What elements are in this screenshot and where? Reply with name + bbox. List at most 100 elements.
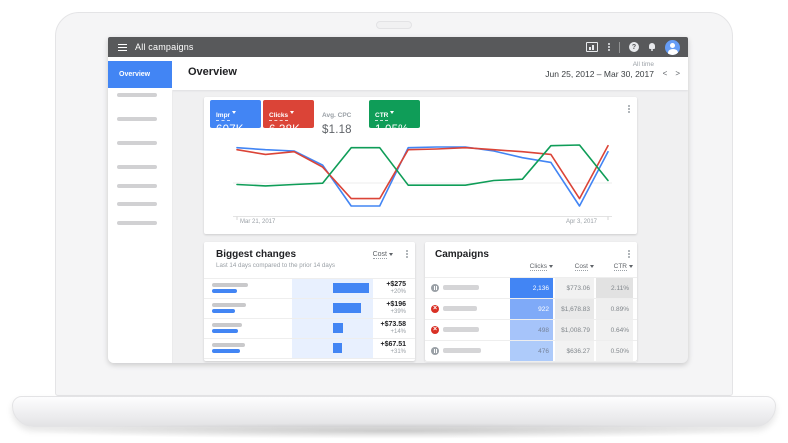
row-placeholder-bar-blue — [212, 309, 235, 313]
change-values: +$73.58+14% — [381, 321, 407, 335]
metric-chip-value: $1.18 — [322, 124, 367, 136]
biggest-changes-rows: +$275+20% +$196+39% +$73.58+14% +$67.51+31% — [204, 278, 415, 359]
metric-chip-label: Clicks — [269, 112, 288, 121]
column-header-label: CTR — [614, 263, 627, 271]
metric-chips: Impr607KClicks6.38KAvg. CPC$1.18CTR1.05% — [210, 100, 420, 128]
menu-icon[interactable] — [118, 44, 127, 51]
date-range-picker[interactable]: All time Jun 25, 2012 – Mar 30, 2017 — [545, 61, 654, 79]
change-values: +$196+39% — [386, 301, 406, 315]
metric-chip-impr[interactable]: Impr607K — [210, 100, 261, 128]
date-next-button[interactable]: > — [675, 69, 680, 78]
change-amount: +$275 — [386, 281, 406, 288]
help-icon[interactable]: ? — [629, 42, 639, 52]
cell-cost: $773.06 — [555, 278, 594, 298]
chart-card-menu-icon[interactable] — [627, 105, 630, 113]
biggest-changes-metric-select[interactable]: Cost — [373, 251, 393, 258]
row-placeholder-bar — [212, 323, 242, 327]
change-bar — [333, 323, 343, 333]
row-placeholder-bar-blue — [212, 289, 237, 293]
change-percent: +31% — [381, 349, 407, 355]
sidebar-item-placeholder[interactable] — [117, 117, 157, 121]
cell-ctr: 2.11% — [596, 278, 633, 298]
campaign-name-placeholder — [443, 306, 477, 311]
overflow-menu-icon[interactable] — [607, 43, 610, 51]
campaign-row[interactable]: 922$1,678.830.89% — [425, 298, 637, 319]
change-amount: +$73.58 — [381, 321, 407, 328]
notifications-bell-icon[interactable] — [648, 43, 656, 51]
metric-chip-clicks[interactable]: Clicks6.38K — [263, 100, 314, 128]
cell-clicks: 476 — [510, 341, 553, 361]
sidebar-item-placeholder[interactable] — [117, 93, 157, 97]
campaigns-column-headers: ClicksCost CTR — [425, 263, 637, 275]
metric-chip-value: 607K — [216, 124, 261, 136]
sidebar-item-overview[interactable]: Overview — [108, 61, 172, 88]
laptop-camera-notch — [376, 21, 412, 29]
chevron-down-icon — [232, 111, 236, 114]
date-preset-label: All time — [545, 61, 654, 68]
trend-chart-svg — [233, 142, 612, 220]
cell-cost: $1,678.83 — [555, 299, 594, 319]
biggest-changes-card: Biggest changes Last 14 days compared to… — [204, 242, 415, 361]
chevron-down-icon — [390, 111, 394, 114]
x-axis-label-end: Apr 3, 2017 — [566, 219, 597, 225]
campaigns-rows: 2,136$773.062.11%922$1,678.830.89%498$1,… — [425, 277, 637, 362]
campaign-row[interactable]: 476$636.270.50% — [425, 340, 637, 362]
chevron-down-icon — [389, 253, 393, 256]
metric-chip-ctr[interactable]: CTR1.05% — [369, 100, 420, 128]
biggest-changes-row[interactable]: +$196+39% — [204, 298, 415, 318]
chevron-down-icon — [590, 265, 594, 268]
sidebar-item-placeholder[interactable] — [117, 202, 157, 206]
trend-line-clicks — [237, 146, 608, 199]
cell-ctr: 0.64% — [596, 320, 633, 340]
change-values: +$67.51+31% — [381, 341, 407, 355]
sidebar-nav — [108, 90, 173, 363]
row-placeholder-bar — [212, 343, 245, 347]
sidebar-item-placeholder[interactable] — [117, 165, 157, 169]
sidebar-item-placeholder[interactable] — [117, 184, 157, 188]
column-header-cost[interactable]: Cost — [555, 263, 594, 270]
change-values: +$275+20% — [386, 281, 406, 295]
biggest-changes-title: Biggest changes — [216, 249, 296, 260]
biggest-changes-row[interactable]: +$73.58+14% — [204, 318, 415, 338]
row-placeholder-bar — [212, 283, 248, 287]
page-header: Overview All time Jun 25, 2012 – Mar 30,… — [108, 57, 688, 90]
app-bar-actions: ? — [586, 40, 680, 55]
campaign-name-placeholder — [443, 327, 479, 332]
change-bar — [333, 343, 342, 353]
chevron-down-icon — [290, 111, 294, 114]
date-prev-button[interactable]: < — [663, 69, 668, 78]
x-axis-label-start: Mar 21, 2017 — [240, 219, 275, 225]
metric-select-label: Cost — [373, 251, 387, 259]
cell-clicks: 498 — [510, 320, 553, 340]
cell-ctr: 0.50% — [596, 341, 633, 361]
account-avatar[interactable] — [665, 40, 680, 55]
campaign-row[interactable]: 2,136$773.062.11% — [425, 277, 637, 298]
reports-icon[interactable] — [586, 42, 598, 52]
row-placeholder-bar-blue — [212, 349, 240, 353]
biggest-changes-row[interactable]: +$67.51+31% — [204, 338, 415, 359]
biggest-changes-row[interactable]: +$275+20% — [204, 278, 415, 298]
date-range-label: Jun 25, 2012 – Mar 30, 2017 — [545, 69, 654, 79]
metric-chip-avg-cpc[interactable]: Avg. CPC$1.18 — [316, 100, 367, 128]
app-bar-title: All campaigns — [135, 42, 194, 52]
change-amount: +$196 — [386, 301, 406, 308]
metric-chip-label: CTR — [375, 112, 388, 121]
biggest-changes-menu-icon[interactable] — [405, 250, 408, 258]
campaign-status-removed-icon — [431, 305, 439, 313]
campaign-row[interactable]: 498$1,008.790.64% — [425, 319, 637, 340]
sidebar-item-placeholder[interactable] — [117, 221, 157, 225]
cell-clicks: 922 — [510, 299, 553, 319]
campaign-name-placeholder — [443, 348, 481, 353]
campaigns-title: Campaigns — [435, 249, 489, 260]
change-percent: +39% — [386, 309, 406, 315]
campaign-status-paused-icon — [431, 347, 439, 355]
change-amount: +$67.51 — [381, 341, 407, 348]
campaign-status-removed-icon — [431, 326, 439, 334]
row-placeholder-bar-blue — [212, 329, 238, 333]
campaigns-menu-icon[interactable] — [627, 250, 630, 258]
campaigns-card: Campaigns ClicksCost CTR 2,136$773.062.11… — [425, 242, 637, 361]
column-header-clicks[interactable]: Clicks — [510, 263, 553, 270]
sidebar-item-placeholder[interactable] — [117, 141, 157, 145]
laptop-shadow — [26, 423, 762, 439]
column-header-ctr[interactable]: CTR — [596, 263, 633, 270]
